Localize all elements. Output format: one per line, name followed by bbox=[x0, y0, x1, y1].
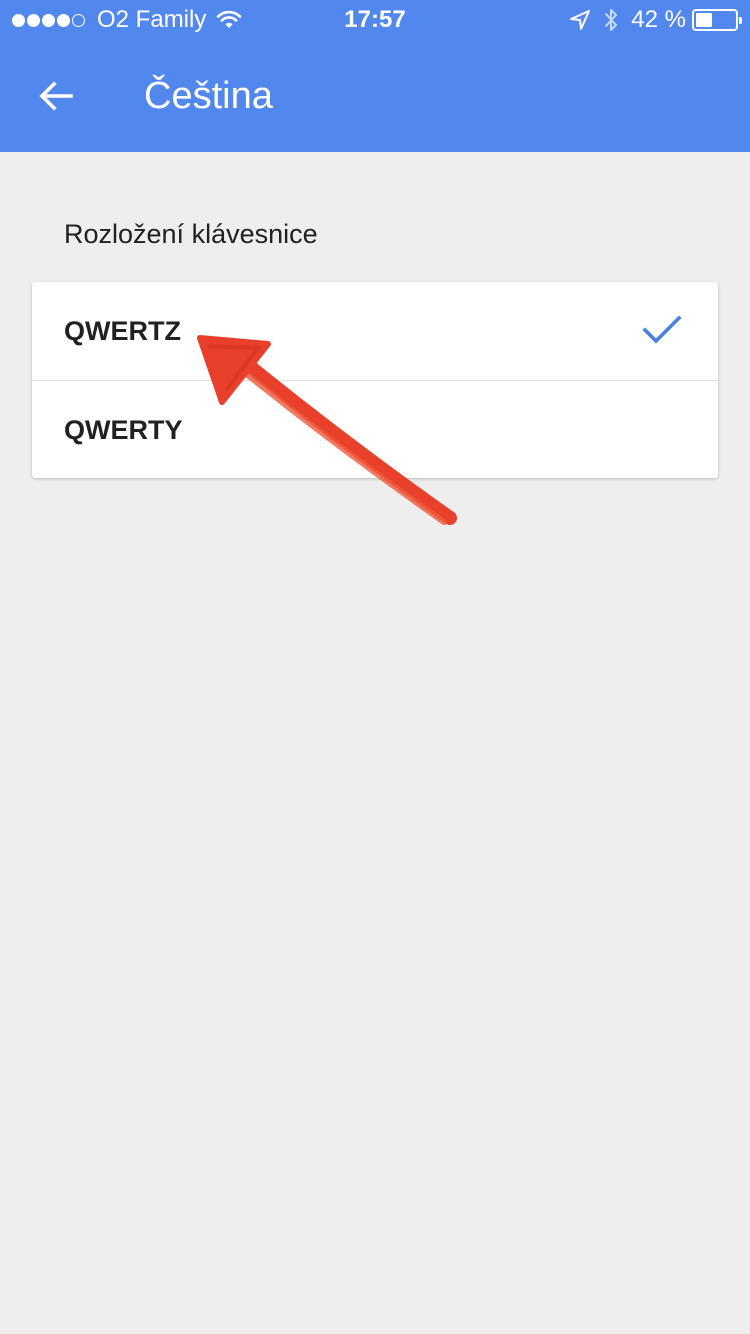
status-bar: O2 Family 17:57 42 % bbox=[0, 0, 750, 40]
arrow-left-icon bbox=[39, 81, 73, 111]
app-bar: Čeština bbox=[0, 40, 750, 152]
layout-option-qwerty[interactable]: QWERTY bbox=[32, 380, 718, 478]
location-arrow-icon bbox=[570, 10, 591, 30]
layout-option-label: QWERTZ bbox=[64, 316, 181, 346]
app-screen: O2 Family 17:57 42 % Čeština Rozložení k… bbox=[0, 0, 750, 1334]
bluetooth-icon bbox=[605, 9, 618, 31]
battery-tip bbox=[739, 17, 742, 24]
back-button[interactable] bbox=[26, 66, 86, 126]
layout-option-qwertz[interactable]: QWERTZ bbox=[32, 282, 718, 380]
red-arrow-annotation-icon bbox=[197, 335, 457, 525]
layout-option-label: QWERTY bbox=[64, 415, 183, 445]
keyboard-layout-card: QWERTZ QWERTY bbox=[32, 282, 718, 478]
battery-level-fill bbox=[696, 13, 712, 27]
battery-percentage: 42 % bbox=[631, 6, 686, 33]
page-title: Čeština bbox=[144, 75, 273, 117]
section-title: Rozložení klávesnice bbox=[64, 219, 318, 249]
status-bar-right: 42 % bbox=[569, 0, 742, 40]
checkmark-icon bbox=[642, 315, 682, 344]
battery-icon bbox=[692, 9, 742, 31]
